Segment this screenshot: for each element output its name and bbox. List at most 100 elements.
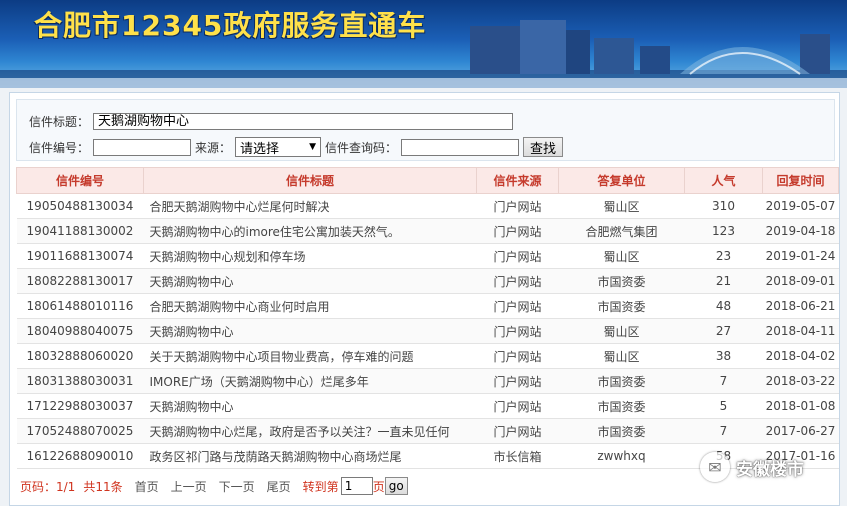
column-header-reply-date: 回复时间 (762, 167, 839, 194)
cell-unit: 市国资委 (558, 368, 685, 394)
cell-source: 门户网站 (476, 418, 559, 444)
table-row[interactable]: 19050488130034 合肥天鹅湖购物中心烂尾何时解决 门户网站 蜀山区 310 2… (16, 193, 839, 219)
cell-unit: zwwhxq (558, 443, 685, 469)
cell-popularity: 27 (684, 318, 763, 344)
cell-popularity: 21 (684, 268, 763, 294)
last-page-link[interactable]: 尾页 (267, 478, 291, 495)
cell-number: 18032888060020 (16, 343, 144, 369)
table-row[interactable]: 19041188130002 天鹅湖购物中心的imore住宅公寓加装天然气。 门户网… (16, 218, 839, 244)
cell-popularity: 123 (684, 218, 763, 244)
table-row[interactable]: 17122988030037 天鹅湖购物中心 门户网站 市国资委 5 2018-01-08 (16, 393, 839, 419)
cell-source: 门户网站 (476, 268, 559, 294)
cell-reply-date: 2019-05-07 (762, 193, 839, 219)
cell-popularity: 310 (684, 193, 763, 219)
page-number-input[interactable]: 1 (340, 477, 373, 495)
search-row-title: 信件标题： 天鹅湖购物中心 (29, 113, 514, 130)
cell-source: 门户网站 (476, 318, 559, 344)
watermark-text: 安徽楼市 (736, 459, 804, 480)
table-row[interactable]: 18040988040075 天鹅湖购物中心 门户网站 蜀山区 27 2018-04-11 (16, 318, 839, 344)
cell-title[interactable]: 合肥天鹅湖购物中心烂尾何时解决 (143, 193, 477, 219)
source-select[interactable]: 请选择 ▼ (235, 137, 322, 157)
cell-unit: 市国资委 (558, 418, 685, 444)
cell-reply-date: 2018-03-22 (762, 368, 839, 394)
cell-popularity: 7 (684, 368, 763, 394)
cell-number: 19050488130034 (16, 193, 144, 219)
cell-number: 17052488070025 (16, 418, 144, 444)
cell-title[interactable]: 天鹅湖购物中心 (143, 393, 477, 419)
column-header-popularity: 人气 (684, 167, 763, 194)
pagination: 页码：1/1 共11条 首页 上一页 下一页 尾页 转到第 1 页 go (20, 477, 408, 495)
cell-reply-date: 2018-09-01 (762, 268, 839, 294)
cell-unit: 合肥燃气集团 (558, 218, 685, 244)
cell-unit: 蜀山区 (558, 243, 685, 269)
cell-reply-date: 2018-06-21 (762, 293, 839, 319)
cell-number: 17122988030037 (16, 393, 144, 419)
cell-unit: 蜀山区 (558, 193, 685, 219)
cell-title[interactable]: 合肥天鹅湖购物中心商业何时启用 (143, 293, 477, 319)
search-row-filters: 信件编号： 来源： 请选择 ▼ 信件查询码： 查找 (29, 137, 564, 157)
table-row[interactable]: 19011688130074 天鹅湖购物中心规划和停车场 门户网站 蜀山区 23 2019… (16, 243, 839, 269)
query-code-input[interactable] (401, 138, 520, 156)
cell-number: 19011688130074 (16, 243, 144, 269)
cell-title[interactable]: 天鹅湖购物中心的imore住宅公寓加装天然气。 (143, 218, 477, 244)
goto-label: 转到第 (302, 479, 339, 494)
cell-source: 门户网站 (476, 243, 559, 269)
cell-source: 市长信箱 (476, 443, 559, 469)
cell-title[interactable]: 天鹅湖购物中心 (143, 318, 477, 344)
number-label: 信件编号： (29, 140, 90, 155)
cell-source: 门户网站 (476, 218, 559, 244)
column-header-unit: 答复单位 (558, 167, 685, 194)
cell-unit: 市国资委 (558, 393, 685, 419)
column-header-number: 信件编号 (16, 167, 144, 194)
cell-popularity: 38 (684, 343, 763, 369)
cell-reply-date: 2019-04-18 (762, 218, 839, 244)
header-banner: 合肥市12345政府服务直通车 (0, 0, 847, 88)
cell-source: 门户网站 (476, 343, 559, 369)
cell-reply-date: 2018-01-08 (762, 393, 839, 419)
number-input[interactable] (93, 138, 192, 156)
page-info: 页码：1/1 (20, 479, 76, 494)
prev-page-link[interactable]: 上一页 (171, 478, 207, 495)
cell-title[interactable]: 天鹅湖购物中心规划和停车场 (143, 243, 477, 269)
page-title: 合肥市12345政府服务直通车 (34, 9, 427, 42)
cell-source: 门户网站 (476, 193, 559, 219)
next-page-link[interactable]: 下一页 (219, 478, 255, 495)
cell-popularity: 23 (684, 243, 763, 269)
cell-number: 18061488010116 (16, 293, 144, 319)
main-panel: 信件标题： 天鹅湖购物中心 信件编号： 来源： 请选择 ▼ 信件查询码： 查找 … (9, 92, 840, 506)
cell-unit: 蜀山区 (558, 343, 685, 369)
table-row[interactable]: 18032888060020 关于天鹅湖购物中心项目物业费高，停车难的问题 门户网站… (16, 343, 839, 369)
cell-popularity: 5 (684, 393, 763, 419)
cell-title[interactable]: 政务区祁门路与茂荫路天鹅湖购物中心商场烂尾 (143, 443, 477, 469)
cell-unit: 市国资委 (558, 293, 685, 319)
table-row[interactable]: 17052488070025 天鹅湖购物中心烂尾，政府是否予以关注？一直未见任何门… (16, 418, 839, 444)
watermark: ✉ 安徽楼市 (700, 452, 804, 482)
cell-title[interactable]: 天鹅湖购物中心烂尾，政府是否予以关注？一直未见任何 (143, 418, 477, 444)
title-label: 信件标题： (29, 115, 90, 129)
cell-reply-date: 2018-04-11 (762, 318, 839, 344)
table-row[interactable]: 18082288130017 天鹅湖购物中心 门户网站 市国资委 21 2018-09-0… (16, 268, 839, 294)
total-count: 共11条 (83, 479, 123, 494)
cell-title[interactable]: IMORE广场（天鹅湖购物中心）烂尾多年 (143, 368, 477, 394)
search-button[interactable]: 查找 (523, 137, 564, 157)
cell-number: 19041188130002 (16, 218, 144, 244)
cell-title[interactable]: 关于天鹅湖购物中心项目物业费高，停车难的问题 (143, 343, 477, 369)
title-input[interactable]: 天鹅湖购物中心 (93, 113, 514, 130)
search-form: 信件标题： 天鹅湖购物中心 信件编号： 来源： 请选择 ▼ 信件查询码： 查找 (16, 99, 835, 161)
cell-unit: 市国资委 (558, 268, 685, 294)
first-page-link[interactable]: 首页 (135, 478, 159, 495)
go-button[interactable]: go (384, 477, 408, 495)
cell-title[interactable]: 天鹅湖购物中心 (143, 268, 477, 294)
column-header-source: 信件来源 (476, 167, 559, 194)
cell-reply-date: 2018-04-02 (762, 343, 839, 369)
source-selected-value: 请选择 (240, 141, 280, 157)
cell-reply-date: 2017-06-27 (762, 418, 839, 444)
cell-popularity: 7 (684, 418, 763, 444)
wechat-icon: ✉ (700, 452, 730, 482)
table-row[interactable]: 18031388030031 IMORE广场（天鹅湖购物中心）烂尾多年 门户网站 市国… (16, 368, 839, 394)
cell-unit: 蜀山区 (558, 318, 685, 344)
table-header-row: 信件编号 信件标题 信件来源 答复单位 人气 回复时间 (16, 167, 839, 194)
cell-number: 16122688090010 (16, 443, 144, 469)
cell-source: 门户网站 (476, 368, 559, 394)
table-row[interactable]: 18061488010116 合肥天鹅湖购物中心商业何时启用 门户网站 市国资委 48 2… (16, 293, 839, 319)
